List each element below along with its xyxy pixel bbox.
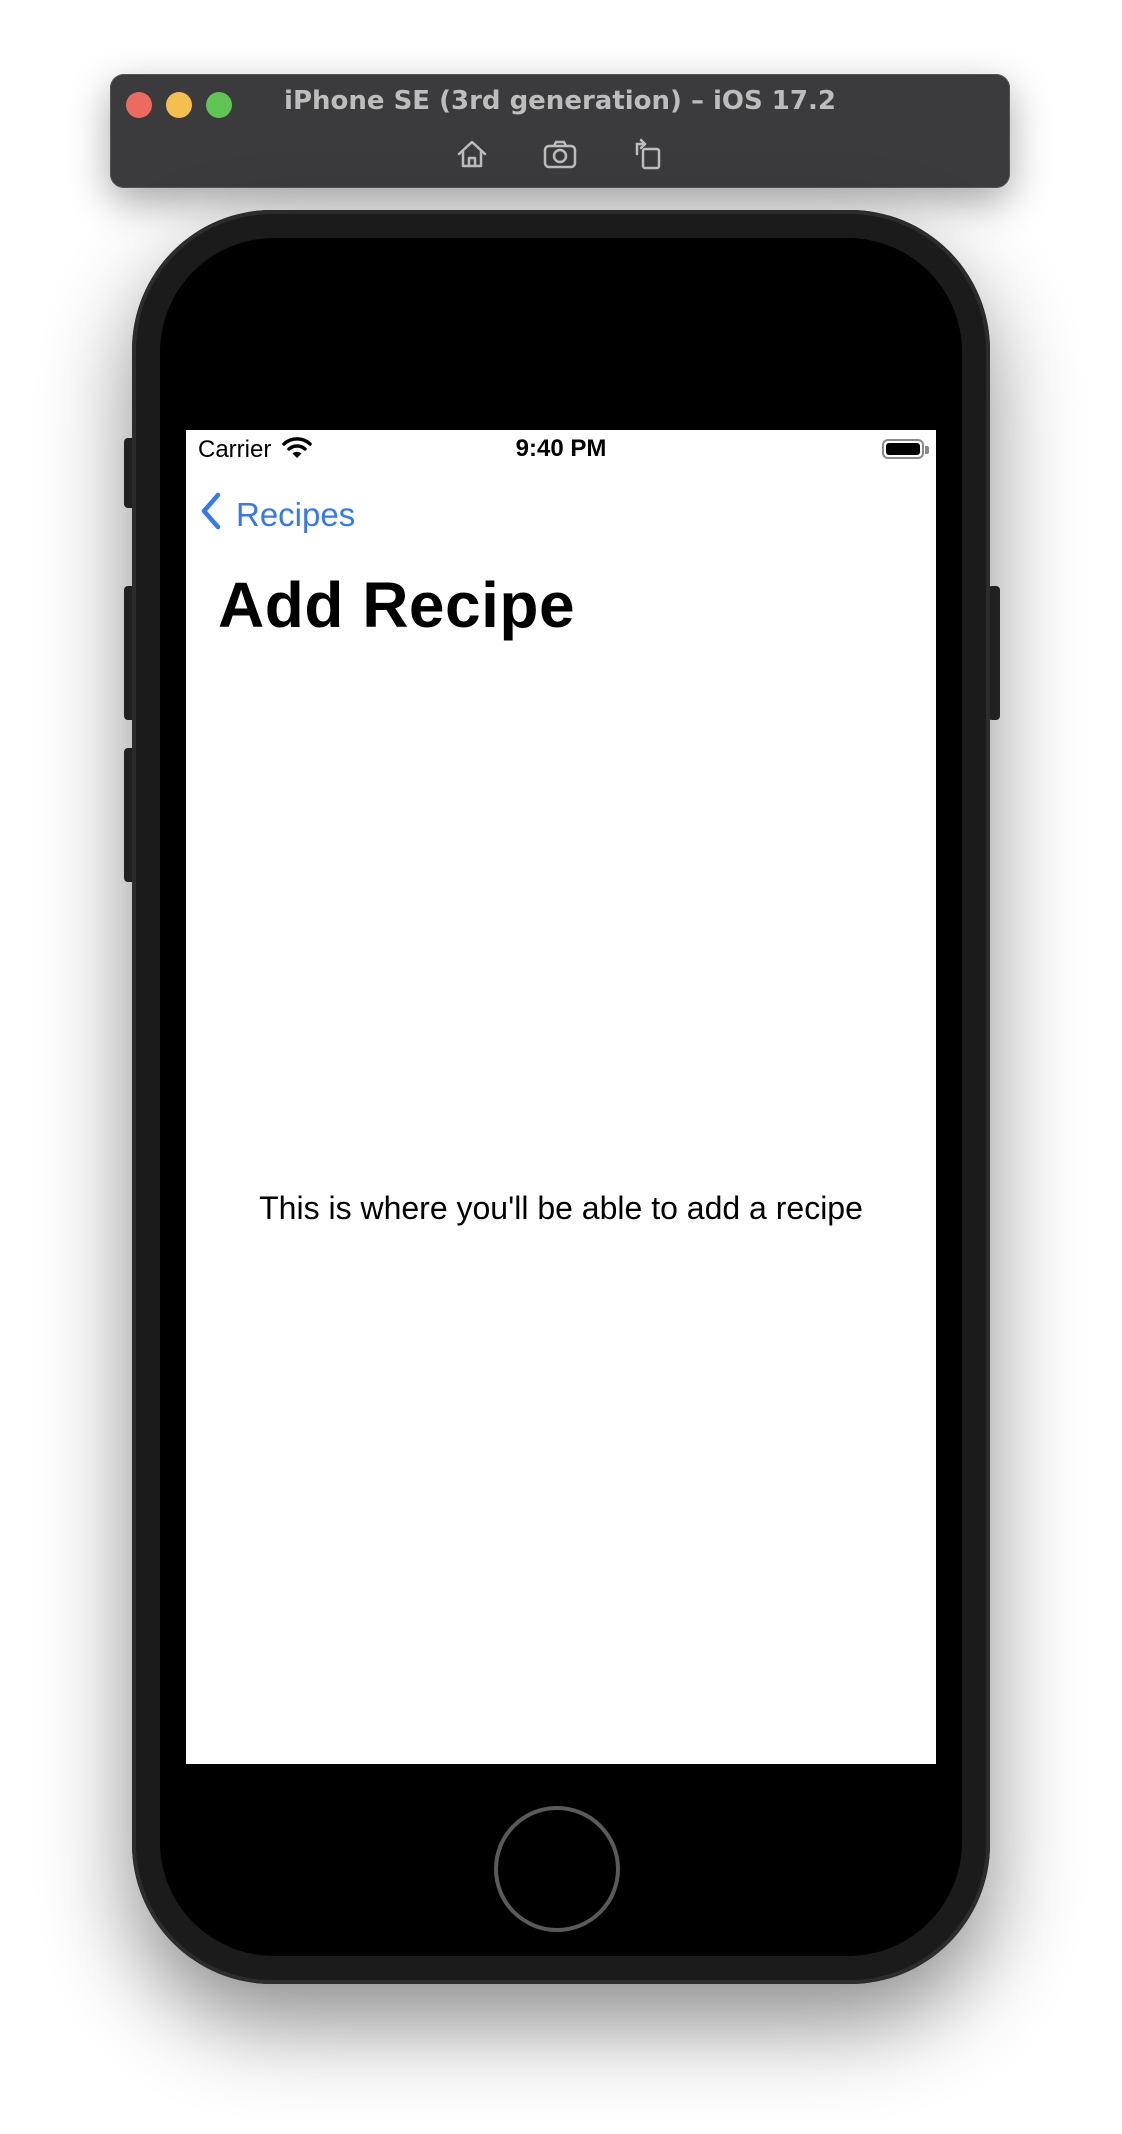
status-time: 9:40 PM — [515, 435, 607, 462]
screenshot-icon[interactable] — [538, 134, 582, 174]
simulator-title-bar: iPhone SE (3rd generation) – iOS 17.2 — [110, 74, 1010, 188]
page-title: Add Recipe — [218, 569, 576, 641]
simulator-window: iPhone SE (3rd generation) – iOS 17.2 Ca… — [0, 0, 1122, 2134]
rotate-icon[interactable] — [626, 134, 670, 174]
home-icon[interactable] — [450, 134, 494, 174]
battery-icon — [882, 439, 924, 459]
simulator-title: iPhone SE (3rd generation) – iOS 17.2 — [284, 86, 836, 116]
back-button[interactable]: Recipes — [200, 490, 355, 540]
battery-cap — [925, 446, 929, 454]
chevron-left-icon — [200, 492, 222, 538]
back-button-label: Recipes — [236, 496, 356, 533]
placeholder-message: This is where you'll be able to add a re… — [259, 1190, 863, 1226]
simulator-toolbar — [110, 134, 1010, 174]
status-bar: Carrier 9:40 PM — [186, 430, 936, 470]
iphone-screen: Carrier 9:40 PM Recipes Add Recipe This … — [186, 430, 936, 1764]
home-button[interactable] — [494, 1806, 620, 1932]
